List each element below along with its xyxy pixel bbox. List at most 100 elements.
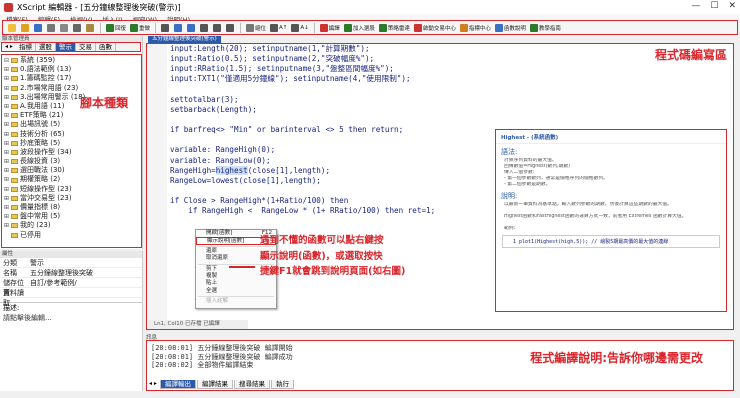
expand-icon[interactable]: ⊞ [4,194,11,203]
code-line[interactable]: setbarback(Length); [170,105,730,115]
expand-icon[interactable]: ⊞ [4,203,11,212]
expand-icon[interactable]: ⊞ [4,175,11,184]
property-row: 名稱 五分鐘線整理後突破 [0,268,142,278]
toolbar-button-trade-center[interactable]: 啟動交易中心 [413,22,457,33]
tree-item[interactable]: ⊞ 期權策略 (2) [4,175,141,184]
tree-item[interactable]: ⊞ 抄底策略 (5) [4,139,141,148]
code-line[interactable]: input:RRatio(1.5); setinputname(3,"盤整區間幅… [170,64,730,74]
expand-icon[interactable]: ⊞ [4,221,11,230]
toolbar-button-cut[interactable] [59,22,70,33]
property-value[interactable]: 自訂/參考範例/ [30,278,77,287]
tree-item[interactable]: ⊞ 0.語法範例 (13) [4,65,141,74]
expand-icon[interactable]: ⊞ [4,185,11,194]
toolbar-button-save[interactable] [33,22,44,33]
toolbar-button-print[interactable] [46,22,57,33]
toolbar-button-paste[interactable] [85,22,96,33]
toolbar-button-undo[interactable]: 回復 [105,22,127,33]
output-tab-3[interactable]: 執行 [270,380,294,389]
toolbar-button-compile[interactable]: 編譯 [319,22,341,33]
tree-item[interactable]: ⊞ 當沖交易型 (23) [4,194,141,203]
toolbar-button-learn[interactable]: 教學指南 [529,22,562,33]
folder-icon [11,85,18,91]
code-line[interactable]: input:Length(20); setinputname(1,"計算期數")… [170,44,730,54]
code-line[interactable] [170,85,730,95]
tab-2[interactable]: 警示 [55,43,76,51]
expand-icon[interactable]: ⊞ [4,166,11,175]
toolbar-button-copy[interactable] [72,22,83,33]
context-menu-item[interactable]: 全選 [196,288,276,295]
tree-item[interactable]: ⊞ 波段操作型 (34) [4,148,141,157]
expand-icon[interactable]: ⊞ [4,148,11,157]
code-line[interactable]: input:Ratio(0.5); setinputname(2,"突破幅度%"… [170,54,730,64]
context-menu-item[interactable]: 貼上 [196,280,276,287]
toolbar-button-font-up[interactable]: A↑ [269,22,288,33]
toolbar-button-open[interactable] [20,22,31,33]
learn-icon [529,23,538,32]
tree-item[interactable]: ⊞ 我的 (23) [4,221,141,230]
property-value[interactable]: 五分鐘線整理後突破 [30,268,93,277]
tree-item[interactable]: ⊞ 短線操作型 (23) [4,185,141,194]
expand-icon[interactable]: ⊞ [4,130,11,139]
toolbar-button-align[interactable] [225,22,236,33]
tab-3[interactable]: 交易 [76,43,96,51]
toolbar-button-position[interactable]: 縮位 [245,22,267,33]
code-editor[interactable]: input:Length(20); setinputname(1,"計算期數")… [146,43,734,330]
highlighted-word[interactable]: highest [215,165,248,175]
code-line[interactable]: settotalbar(3); [170,95,730,105]
toolbar-button-indent[interactable] [199,22,210,33]
expand-icon[interactable]: ⊞ [4,102,11,111]
toolbar-button-bookmark[interactable] [173,22,184,33]
tree-item[interactable]: ⊞ 價量指標 (8) [4,203,141,212]
toolbar-button-outdent[interactable] [212,22,223,33]
tree-item[interactable]: ⊞ 1.籌碼監控 (17) [4,74,141,83]
tab-0[interactable]: 指標 [16,43,36,51]
expand-icon[interactable]: ⊞ [4,93,11,102]
save-icon [34,23,42,32]
expand-icon[interactable]: ⊞ [4,111,11,120]
tree-item[interactable]: ⊞ 長線投資 (3) [4,157,141,166]
tab-1[interactable]: 選股 [36,43,56,51]
output-tab-1[interactable]: 編譯結果 [196,380,233,389]
tab-4[interactable]: 函數 [96,43,116,51]
toolbar-button-redo[interactable]: 重做 [129,22,151,33]
expand-icon[interactable]: ⊞ [4,84,11,93]
expand-icon[interactable]: ⊟ [4,56,11,65]
tree-item[interactable]: ⊞ 盤中常用 (5) [4,212,141,221]
toolbar-button-function-help[interactable]: 函數說明 [494,22,527,33]
toolbar-button-indicator-center[interactable]: 指標中心 [459,22,492,33]
tab-scroll-arrows[interactable]: ◂ ▸ [146,380,160,389]
code-line[interactable] [170,115,730,125]
minimize-button[interactable]: — [691,1,700,11]
close-button[interactable]: ✕ [728,1,736,11]
tree-item-label: 長線投資 (3) [20,157,61,166]
position-icon [246,23,255,32]
expand-icon[interactable]: ⊞ [4,212,11,221]
toolbar-button-new[interactable] [7,22,18,33]
document-tab[interactable]: 五分鐘線整理後突破(警示) [148,36,221,43]
tree-item[interactable]: ⊞ 出場訊號 (5) [4,120,141,129]
tree-item[interactable]: ⊞ ETF策略 (21) [4,111,141,120]
toolbar-button-add-strategy[interactable]: 加入選股 [343,22,376,33]
expand-icon[interactable]: ⊞ [4,120,11,129]
tree-item-label: 短線操作型 (23) [20,184,72,193]
tree-item[interactable]: ⊞ 技術分析 (65) [4,130,141,139]
toolbar-button-comment[interactable] [186,22,197,33]
output-tab-2[interactable]: 搜尋結果 [233,380,270,389]
description-field[interactable]: 請點擊後編輯... [0,313,142,323]
output-tab-0[interactable]: 編譯輸出 [159,380,196,389]
toolbar-button-find[interactable] [160,22,171,33]
code-line[interactable]: input:TXT1("僅適用5分鐘線"); setinputname(4,"使… [170,74,730,84]
tree-item[interactable]: 已停用 [4,231,141,240]
expand-icon[interactable]: ⊞ [4,65,11,74]
property-value[interactable]: 警示 [30,258,44,267]
tree-item[interactable]: ⊟ 系統 (359) [4,56,141,65]
help-desc-heading: 說明: [501,192,518,200]
toolbar-button-font-down[interactable]: A↓ [290,22,309,33]
maximize-button[interactable]: ☐ [710,1,718,11]
expand-icon[interactable]: ⊞ [4,74,11,83]
tab-scroll-arrows[interactable]: ◂ ▸ [2,43,16,51]
expand-icon[interactable]: ⊞ [4,139,11,148]
tree-item[interactable]: ⊞ 2.市場常用語 (23) [4,84,141,93]
toolbar-button-strategy[interactable]: 策略雷達 [378,22,411,33]
expand-icon[interactable]: ⊞ [4,157,11,166]
